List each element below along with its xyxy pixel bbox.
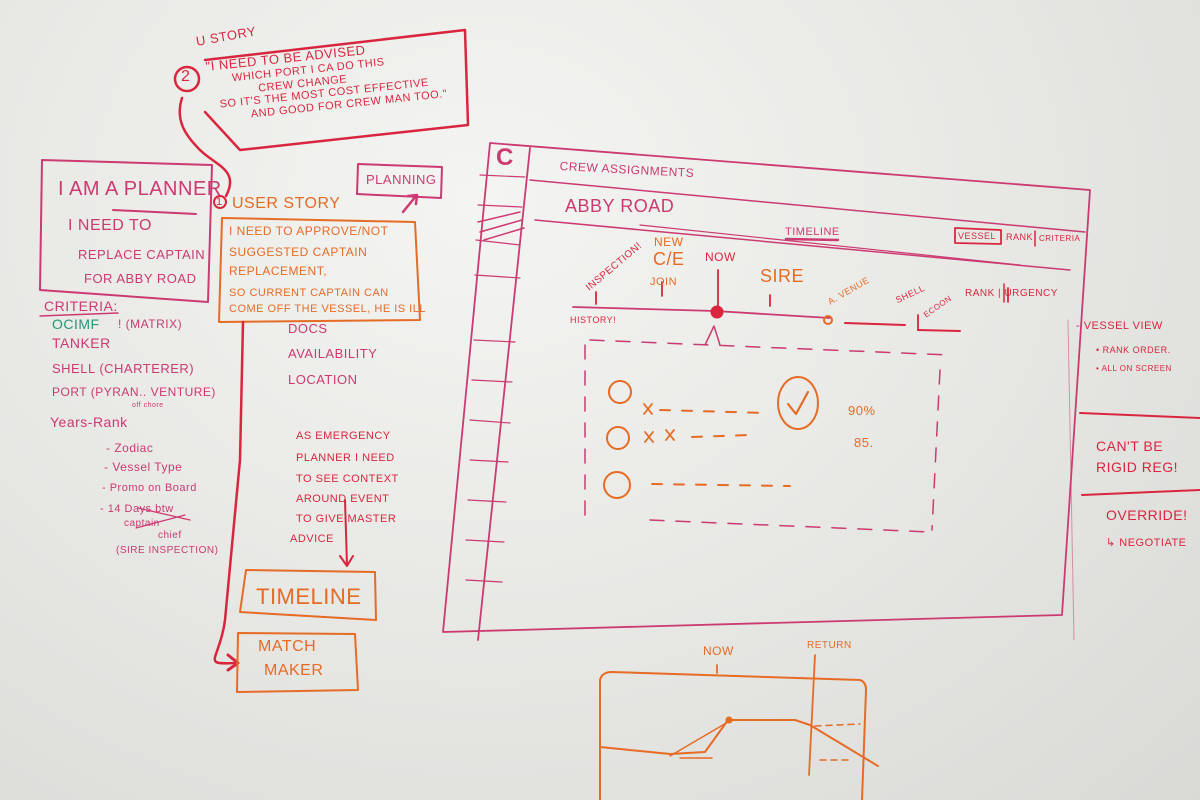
toggle-criteria[interactable]: Criteria — [1039, 234, 1080, 243]
story2-number: 2 — [181, 68, 191, 85]
candidate-score: 90% — [848, 403, 876, 418]
vessel-name: Abby Road — [565, 196, 675, 216]
bottom-now-label: Now — [703, 644, 734, 658]
bottom-return-label: Return — [807, 640, 852, 651]
criteria-title: Criteria: — [44, 298, 118, 314]
event-now: Now — [705, 250, 736, 264]
story1-label: User Story — [232, 195, 341, 212]
rank-urgency-toggle[interactable]: Rank | Urgency — [965, 288, 1058, 300]
history-label: History! — [570, 315, 617, 325]
whiteboard-strokes — [39, 28, 1200, 800]
selected-check-circle — [777, 376, 819, 430]
toggle-rank[interactable]: Rank — [1006, 232, 1033, 242]
matchmaker-label-1: Match — [258, 638, 317, 655]
wireframe-frame — [442, 142, 1091, 633]
toggle-vessel[interactable]: Vessel — [958, 231, 996, 241]
candidate-panel — [584, 339, 951, 533]
check-icon — [786, 390, 810, 416]
matchmaker-label-2: Maker — [264, 662, 324, 679]
candidate-score: 85. — [854, 435, 874, 450]
tab-timeline[interactable]: Timeline — [785, 226, 840, 239]
planning-tag: Planning — [366, 172, 437, 187]
event-sire: SIRE — [760, 266, 805, 286]
timeline-box-label: Timeline — [256, 584, 362, 609]
connector-to-matchmaker — [213, 320, 245, 665]
bottom-sketch-frame — [599, 671, 867, 800]
story1-number: 1 — [216, 196, 223, 208]
app-logo-icon: C — [496, 144, 514, 171]
now-marker — [710, 305, 724, 319]
